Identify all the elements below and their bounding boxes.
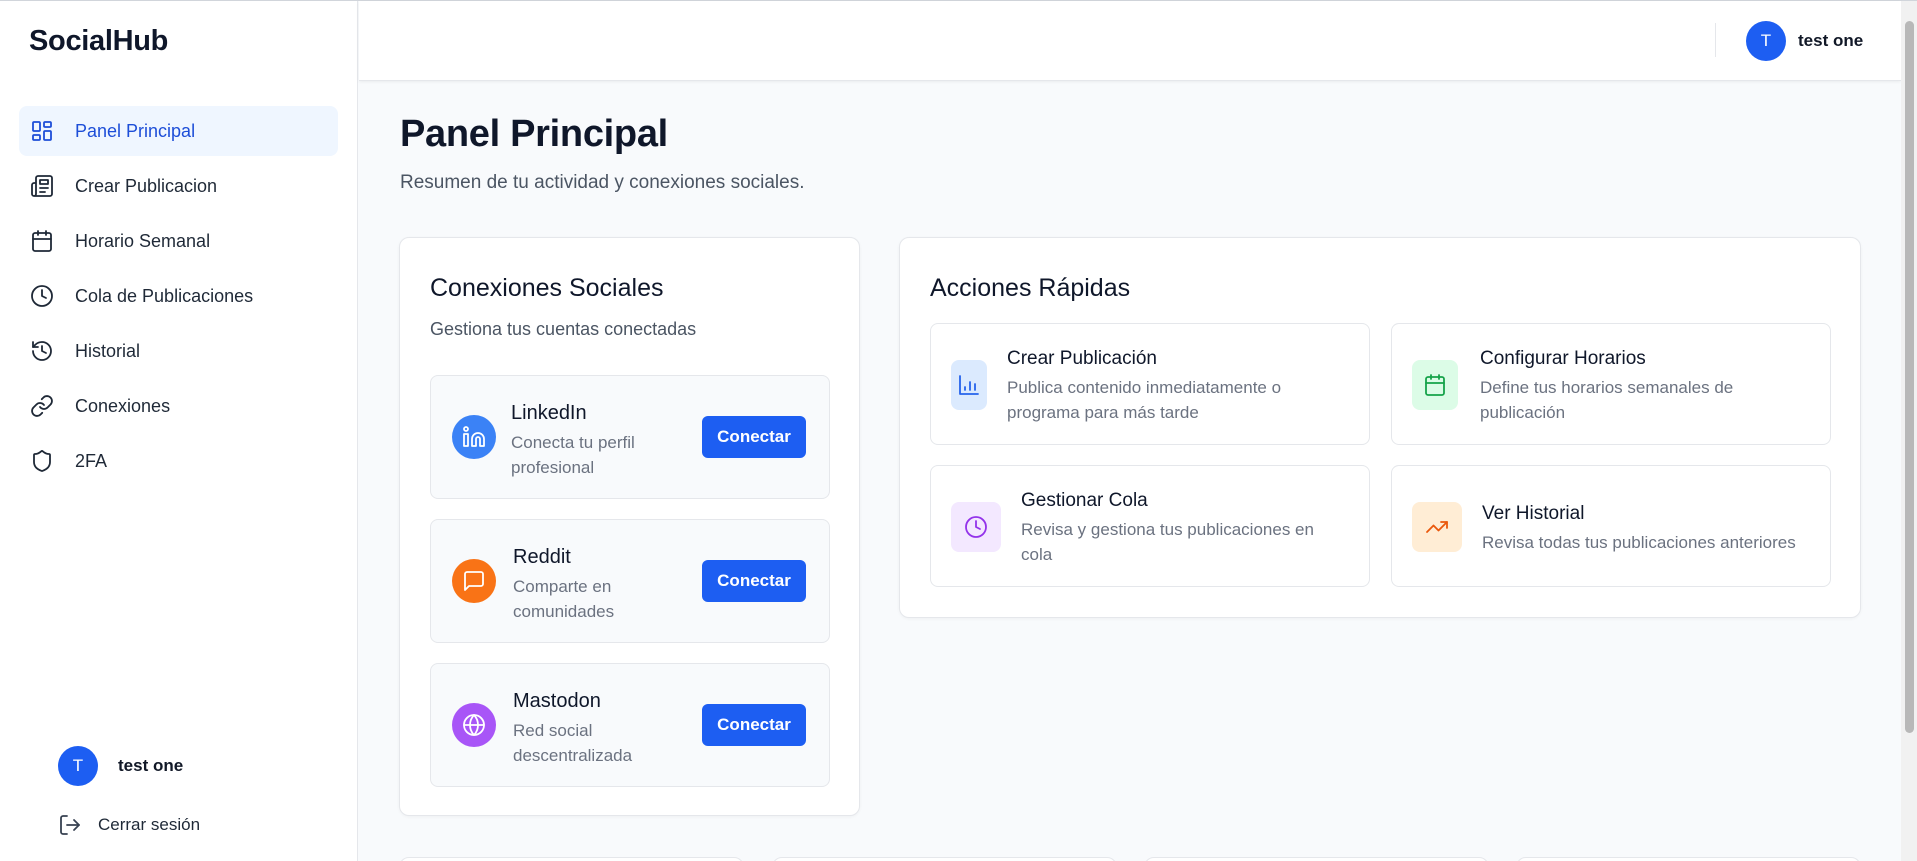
connect-linkedin-button[interactable]: Conectar (702, 416, 806, 458)
sidebar-item-label: Panel Principal (75, 120, 196, 141)
sidebar-item-label: Conexiones (75, 395, 171, 416)
avatar: T (58, 746, 98, 786)
card-title: Acciones Rápidas (930, 274, 1131, 302)
connection-name: Reddit (513, 546, 571, 568)
action-title: Ver Historial (1482, 503, 1585, 524)
top-header: T test one (359, 1, 1901, 81)
card-title: Conexiones Sociales (430, 274, 664, 302)
sidebar-item-cola-de-publicaciones[interactable]: Cola de Publicaciones (19, 271, 338, 321)
page-title: Panel Principal (400, 113, 668, 155)
sidebar-item-conexiones[interactable]: Conexiones (19, 381, 338, 431)
clock-icon (951, 502, 1001, 552)
connection-description: Red social descentralizada (513, 721, 633, 765)
sidebar-item-historial[interactable]: Historial (19, 326, 338, 376)
scrollbar-thumb[interactable] (1905, 21, 1914, 733)
action-gestionar-cola[interactable]: Gestionar Cola Revisa y gestiona tus pub… (930, 465, 1370, 587)
sidebar-item-label: Horario Semanal (75, 230, 211, 251)
sidebar-item-horario-semanal[interactable]: Horario Semanal (19, 216, 338, 266)
page-scrollbar[interactable] (1901, 1, 1917, 861)
sidebar-item-label: 2FA (75, 450, 108, 471)
action-title: Crear Publicación (1007, 348, 1157, 369)
social-connections-card: Conexiones Sociales Gestiona tus cuentas… (399, 237, 860, 816)
quick-actions-card: Acciones Rápidas Crear Publicación Publi… (899, 237, 1861, 618)
action-description: Publica contenido inmediatamente o progr… (1007, 378, 1282, 422)
connection-description: Comparte en comunidades (513, 577, 615, 621)
connect-reddit-button[interactable]: Conectar (702, 560, 806, 602)
connection-reddit: Reddit Comparte en comunidades Conectar (430, 519, 830, 643)
page-subtitle: Resumen de tu actividad y conexiones soc… (400, 172, 805, 193)
action-description: Revisa y gestiona tus publicaciones en c… (1021, 520, 1314, 564)
avatar: T (1746, 21, 1786, 61)
clock-icon (29, 283, 55, 309)
stat-card (1516, 857, 1861, 861)
newspaper-icon (29, 173, 55, 199)
action-crear-publicacion[interactable]: Crear Publicación Publica contenido inme… (930, 323, 1370, 445)
calendar-icon (1412, 360, 1458, 410)
sidebar-item-2fa[interactable]: 2FA (19, 436, 338, 486)
sidebar-item-panel-principal[interactable]: Panel Principal (19, 106, 338, 156)
connection-description: Conecta tu perfil profesional (511, 433, 635, 477)
action-description: Revisa todas tus publicaciones anteriore… (1482, 533, 1796, 552)
brand-logo[interactable]: SocialHub (29, 25, 168, 58)
user-name: test one (118, 756, 184, 775)
logout-button[interactable]: Cerrar sesión (58, 813, 200, 837)
message-square-icon (452, 559, 496, 603)
connection-name: Mastodon (513, 690, 601, 712)
connect-mastodon-button[interactable]: Conectar (702, 704, 806, 746)
sidebar-user[interactable]: T test one (58, 746, 183, 786)
sidebar: SocialHub Panel Principal Crear Publicac… (0, 1, 358, 861)
globe-icon (452, 703, 496, 747)
dashboard-icon (29, 118, 55, 144)
shield-icon (29, 448, 55, 474)
stat-card (772, 857, 1117, 861)
history-icon (29, 338, 55, 364)
sidebar-nav: Panel Principal Crear Publicacion Horari… (19, 106, 338, 491)
user-name: test one (1798, 31, 1864, 50)
action-description: Define tus horarios semanales de publica… (1480, 378, 1734, 422)
bar-chart-icon (951, 360, 987, 410)
connection-mastodon: Mastodon Red social descentralizada Cone… (430, 663, 830, 787)
trending-up-icon (1412, 502, 1462, 552)
sidebar-item-label: Historial (75, 340, 141, 361)
stat-card (1144, 857, 1489, 861)
action-ver-historial[interactable]: Ver Historial Revisa todas tus publicaci… (1391, 465, 1831, 587)
logout-label: Cerrar sesión (98, 815, 201, 834)
link-icon (29, 393, 55, 419)
connection-linkedin: LinkedIn Conecta tu perfil profesional C… (430, 375, 830, 499)
user-menu[interactable]: T test one (1746, 21, 1863, 61)
stat-card (399, 857, 744, 861)
header-divider (1715, 23, 1716, 57)
card-subtitle: Gestiona tus cuentas conectadas (430, 319, 697, 339)
action-title: Configurar Horarios (1480, 348, 1646, 369)
sidebar-item-label: Crear Publicacion (75, 175, 218, 196)
logout-icon (60, 815, 80, 835)
sidebar-item-label: Cola de Publicaciones (75, 285, 254, 306)
linkedin-icon (452, 415, 496, 459)
calendar-icon (29, 228, 55, 254)
action-title: Gestionar Cola (1021, 490, 1148, 511)
connection-name: LinkedIn (511, 402, 587, 424)
sidebar-item-crear-publicacion[interactable]: Crear Publicacion (19, 161, 338, 211)
action-configurar-horarios[interactable]: Configurar Horarios Define tus horarios … (1391, 323, 1831, 445)
